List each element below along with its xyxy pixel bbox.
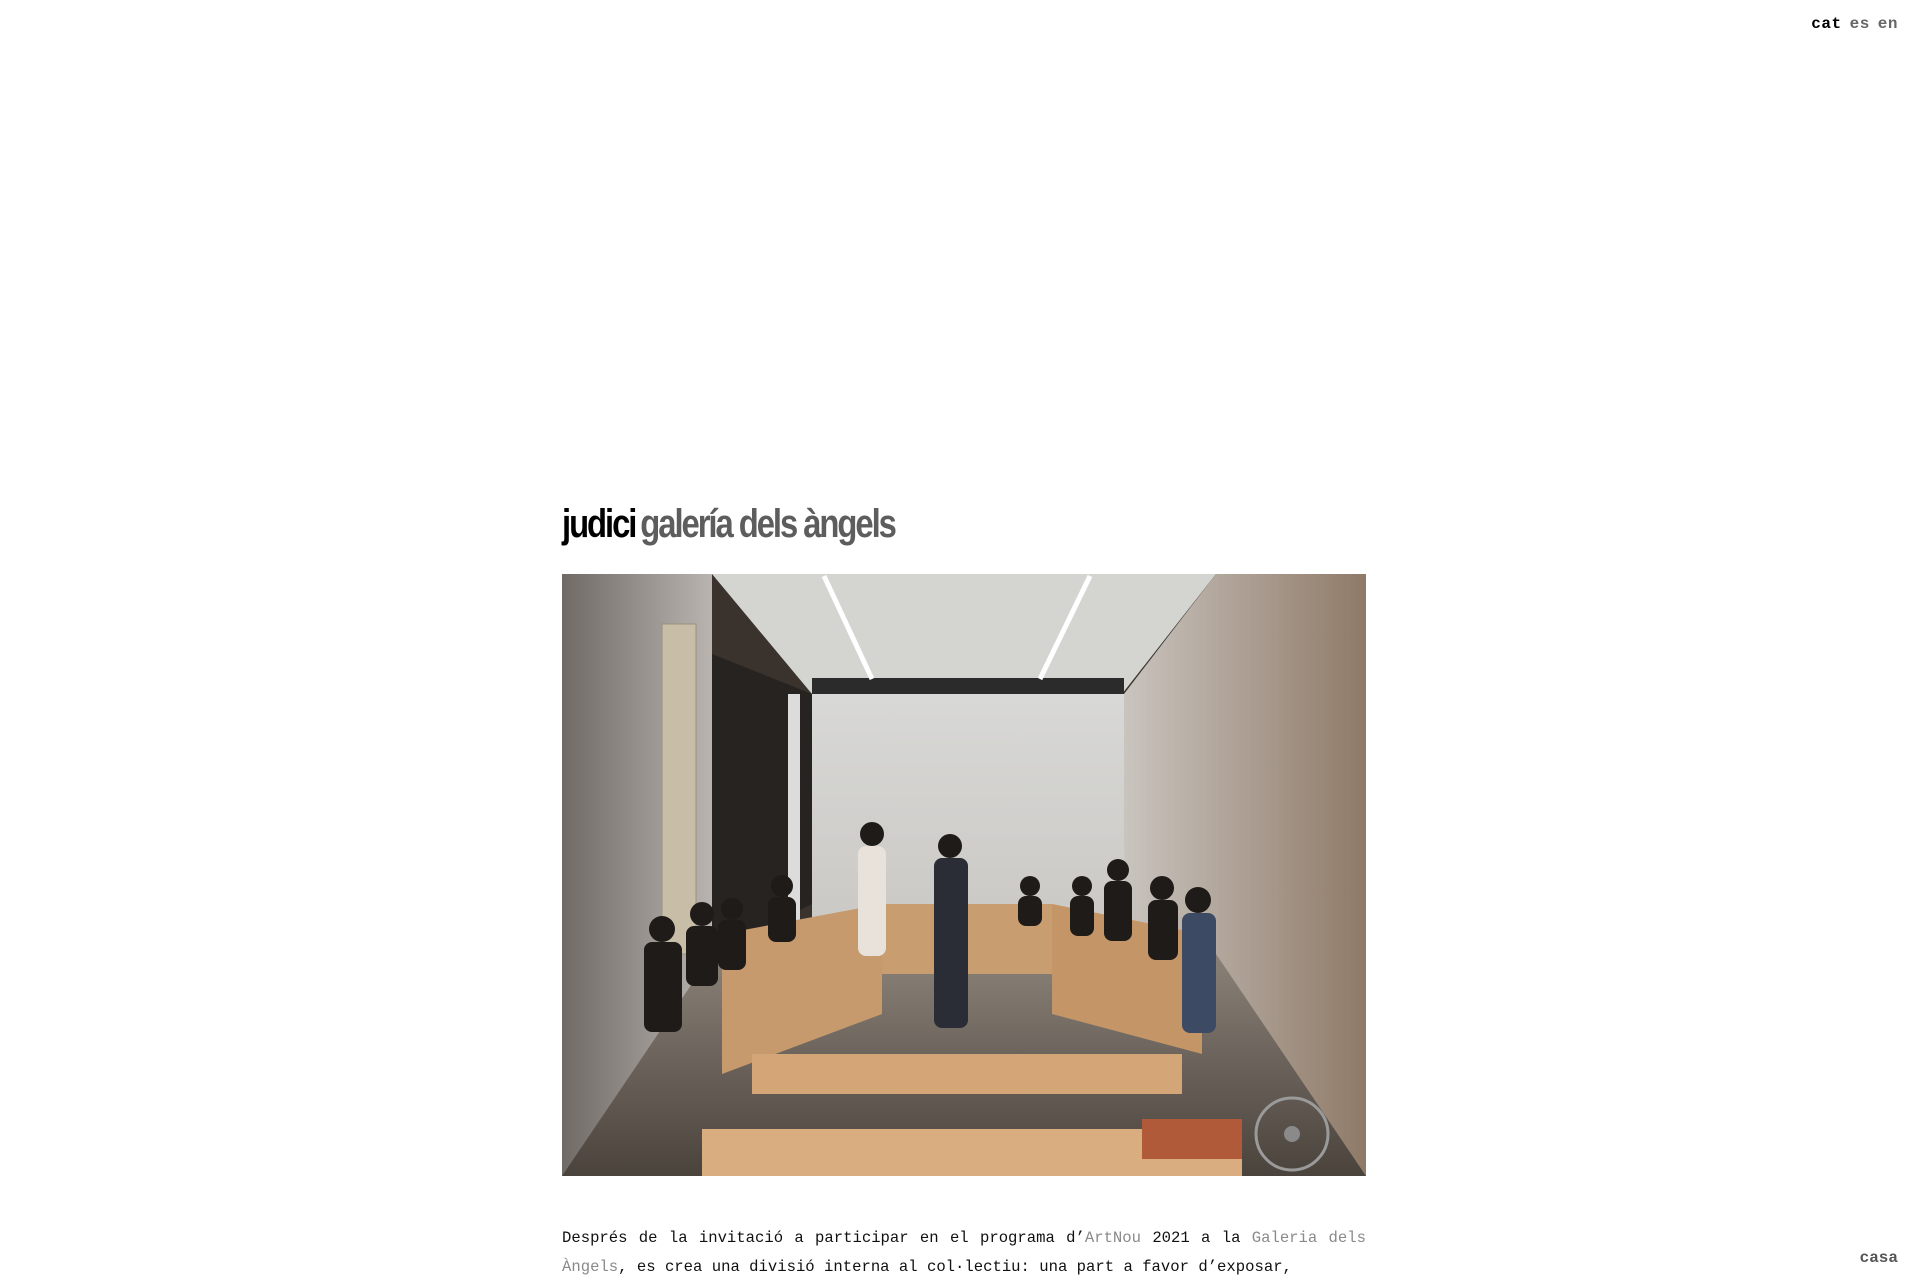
- home-link[interactable]: casa: [1860, 1249, 1898, 1267]
- description-text: 2021 a la: [1141, 1229, 1252, 1247]
- lang-cat-link[interactable]: cat: [1811, 15, 1841, 33]
- artnou-link[interactable]: ArtNou: [1085, 1229, 1141, 1247]
- project-section: judici galería dels àngels Després de la…: [562, 496, 1366, 1280]
- project-title-main: judici: [562, 502, 637, 546]
- description-text: Després de la invitació a participar en …: [562, 1229, 1085, 1247]
- project-title: judici galería dels àngels: [562, 496, 1221, 552]
- lang-es-link[interactable]: es: [1850, 15, 1870, 33]
- project-description: Després de la invitació a participar en …: [562, 1224, 1366, 1280]
- lang-en-link[interactable]: en: [1878, 15, 1898, 33]
- project-photo: [562, 574, 1366, 1176]
- language-switcher: cat es en: [1803, 15, 1898, 33]
- description-text: , es crea una divisió interna al col·lec…: [618, 1258, 1292, 1276]
- project-title-venue: galería dels àngels: [640, 502, 897, 546]
